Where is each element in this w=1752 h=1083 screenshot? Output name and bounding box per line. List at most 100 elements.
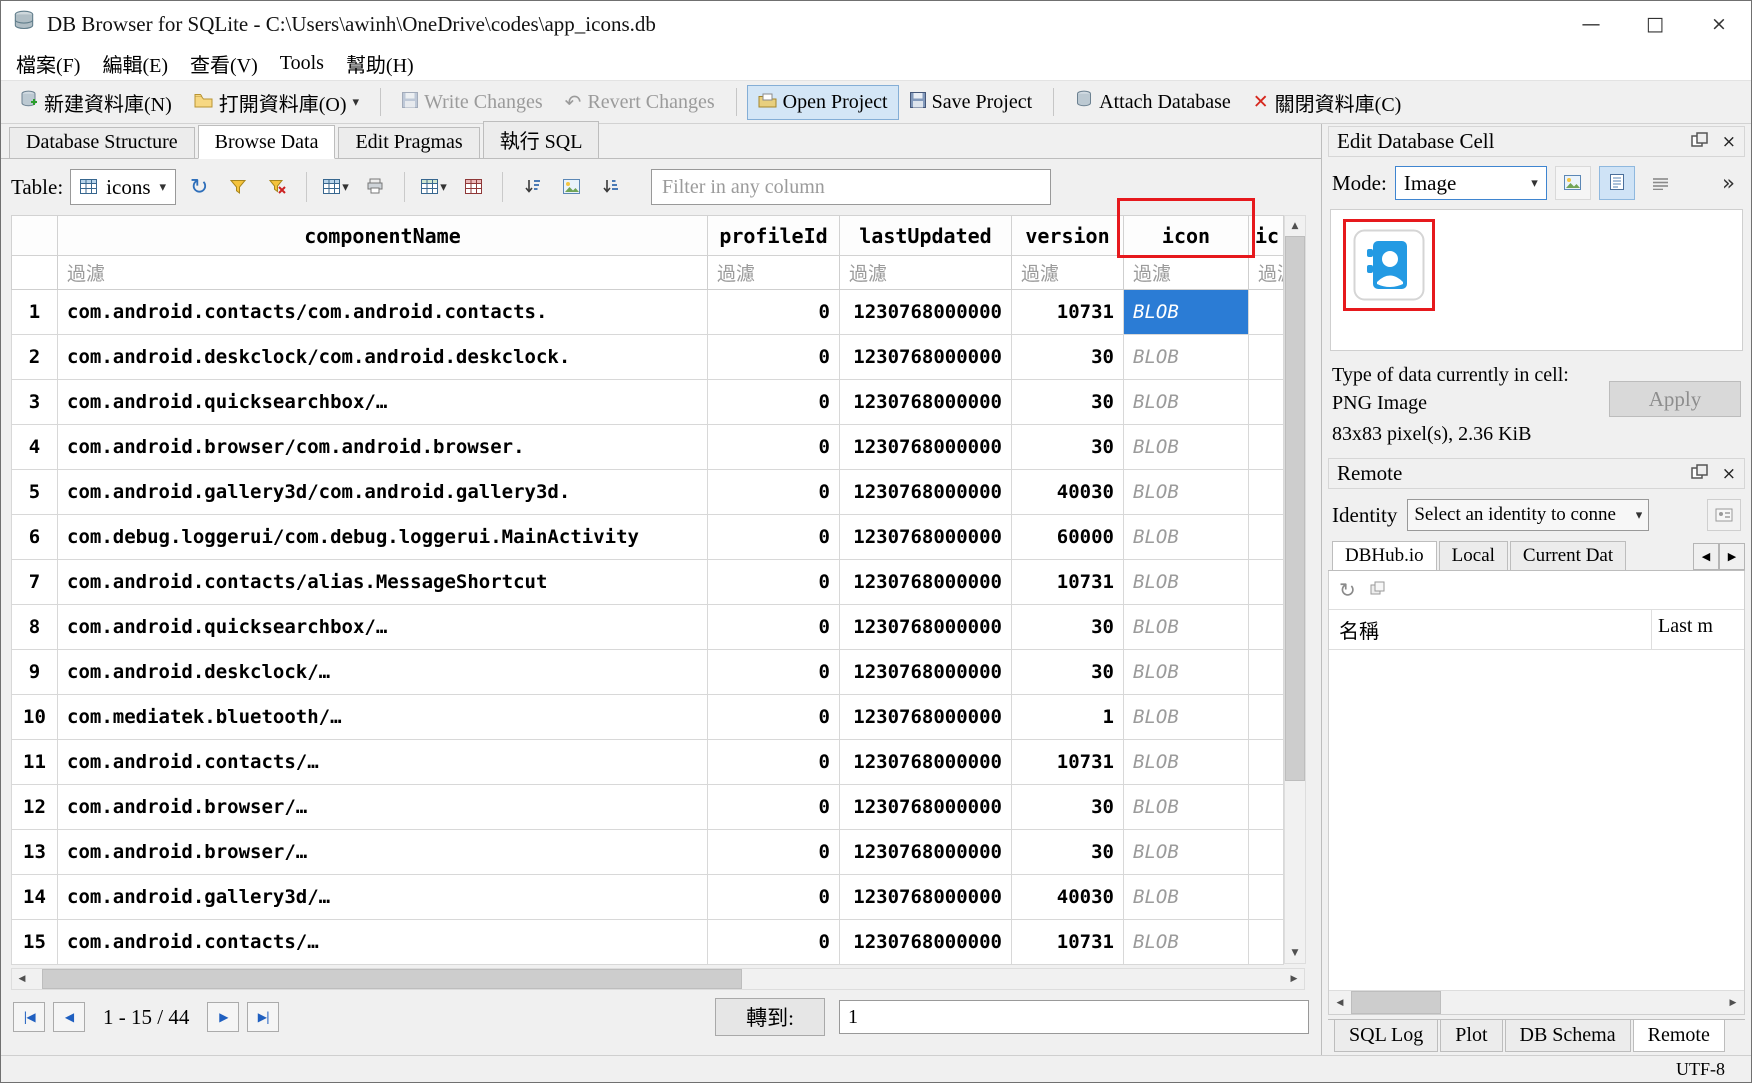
cell-version[interactable]: 30 [1012, 830, 1124, 875]
apply-button[interactable]: Apply [1609, 381, 1741, 417]
cell-version[interactable]: 30 [1012, 425, 1124, 470]
cell-profileId[interactable]: 0 [708, 920, 840, 965]
cell-componentName[interactable]: com.android.contacts/com.android.contact… [58, 290, 708, 335]
column-header-profileid[interactable]: profileId [708, 216, 840, 256]
cell-version[interactable]: 30 [1012, 335, 1124, 380]
import-data-button[interactable] [1555, 166, 1591, 200]
cell-empty[interactable] [1249, 740, 1284, 785]
cell-icon[interactable]: BLOB [1124, 380, 1249, 425]
cell-num[interactable]: 8 [12, 605, 58, 650]
close-button[interactable]: × [1687, 1, 1751, 47]
remote-tab-dbhub[interactable]: DBHub.io [1332, 541, 1437, 570]
tab-execute-sql[interactable]: 執行 SQL [483, 121, 600, 158]
cell-icon[interactable]: BLOB [1124, 785, 1249, 830]
cell-profileId[interactable]: 0 [708, 290, 840, 335]
edit-cell-close-icon[interactable]: × [1722, 132, 1736, 152]
cell-version[interactable]: 30 [1012, 605, 1124, 650]
table-select[interactable]: icons ▾ [70, 169, 176, 205]
cell-num[interactable]: 11 [12, 740, 58, 785]
filter-version[interactable]: 過濾 [1012, 256, 1124, 290]
scroll-down-icon[interactable]: ▼ [1285, 943, 1305, 963]
save-project-button[interactable]: Save Project [899, 85, 1044, 120]
cell-componentName[interactable]: com.android.gallery3d/… [58, 875, 708, 920]
cell-num[interactable]: 5 [12, 470, 58, 515]
filter-any-column-input[interactable] [651, 169, 1051, 205]
cell-lastUpdated[interactable]: 1230768000000 [840, 560, 1012, 605]
cell-empty[interactable] [1249, 290, 1284, 335]
delete-record-button[interactable] [457, 170, 489, 204]
cell-num[interactable]: 12 [12, 785, 58, 830]
overflow-chevrons-icon[interactable]: » [1716, 171, 1741, 195]
scroll-left-icon[interactable]: ◀ [12, 969, 32, 989]
scroll-left-icon[interactable]: ◀ [1329, 991, 1351, 1014]
open-database-button[interactable]: 打開資料庫(O) ▾ [183, 82, 370, 123]
cell-icon[interactable]: BLOB [1124, 290, 1249, 335]
clear-filters-button[interactable] [261, 170, 293, 204]
cell-lastUpdated[interactable]: 1230768000000 [840, 425, 1012, 470]
cell-componentName[interactable]: com.android.deskclock/com.android.deskcl… [58, 335, 708, 380]
tab-edit-pragmas[interactable]: Edit Pragmas [338, 127, 479, 158]
menu-view[interactable]: 查看(V) [179, 46, 269, 81]
cell-empty[interactable] [1249, 650, 1284, 695]
import-identity-button[interactable] [1707, 499, 1741, 531]
cell-profileId[interactable]: 0 [708, 425, 840, 470]
save-results-button[interactable]: ▾ [320, 170, 352, 204]
menu-file[interactable]: 檔案(F) [5, 46, 91, 81]
cell-version[interactable]: 30 [1012, 650, 1124, 695]
cell-componentName[interactable]: com.debug.loggerui/com.debug.loggerui.Ma… [58, 515, 708, 560]
cell-profileId[interactable]: 0 [708, 785, 840, 830]
cell-empty[interactable] [1249, 695, 1284, 740]
goto-button[interactable]: 轉到: [715, 998, 825, 1036]
cell-lastUpdated[interactable]: 1230768000000 [840, 380, 1012, 425]
cell-componentName[interactable]: com.mediatek.bluetooth/… [58, 695, 708, 740]
cell-icon[interactable]: BLOB [1124, 560, 1249, 605]
cell-empty[interactable] [1249, 875, 1284, 920]
tab-db-schema[interactable]: DB Schema [1505, 1020, 1631, 1052]
cell-icon[interactable]: BLOB [1124, 920, 1249, 965]
corner-header[interactable] [12, 216, 58, 256]
menu-tools[interactable]: Tools [269, 49, 335, 78]
edit-cell-image-button[interactable] [555, 170, 587, 204]
cell-componentName[interactable]: com.android.contacts/… [58, 920, 708, 965]
identity-select[interactable]: Select an identity to conne ▾ [1407, 499, 1649, 531]
first-page-button[interactable]: |◀ [13, 1002, 45, 1032]
cell-num[interactable]: 3 [12, 380, 58, 425]
cell-lastUpdated[interactable]: 1230768000000 [840, 290, 1012, 335]
prev-page-button[interactable]: ◀ [53, 1002, 85, 1032]
remote-refresh-icon[interactable]: ↻ [1339, 578, 1356, 602]
filter-profileid[interactable]: 過濾 [708, 256, 840, 290]
cell-version[interactable]: 1 [1012, 695, 1124, 740]
menu-edit[interactable]: 編輯(E) [91, 46, 179, 81]
cell-empty[interactable] [1249, 920, 1284, 965]
cell-profileId[interactable]: 0 [708, 830, 840, 875]
cell-icon[interactable]: BLOB [1124, 605, 1249, 650]
tab-database-structure[interactable]: Database Structure [9, 127, 195, 158]
cell-lastUpdated[interactable]: 1230768000000 [840, 875, 1012, 920]
cell-empty[interactable] [1249, 335, 1284, 380]
cell-lastUpdated[interactable]: 1230768000000 [840, 650, 1012, 695]
menu-help[interactable]: 幫助(H) [335, 46, 425, 81]
cell-version[interactable]: 30 [1012, 785, 1124, 830]
cell-num[interactable]: 9 [12, 650, 58, 695]
cell-empty[interactable] [1249, 515, 1284, 560]
remote-scroll-thumb[interactable] [1351, 991, 1441, 1014]
sort-descending-button[interactable] [594, 170, 626, 204]
cell-componentName[interactable]: com.android.contacts/… [58, 740, 708, 785]
cell-profileId[interactable]: 0 [708, 695, 840, 740]
cell-version[interactable]: 10731 [1012, 920, 1124, 965]
cell-num[interactable]: 10 [12, 695, 58, 740]
mode-select[interactable]: Image ▾ [1395, 166, 1547, 200]
cell-lastUpdated[interactable]: 1230768000000 [840, 470, 1012, 515]
refresh-button[interactable]: ↻ [183, 170, 215, 204]
filter-componentname[interactable]: 過濾 [58, 256, 708, 290]
cell-componentName[interactable]: com.android.quicksearchbox/… [58, 380, 708, 425]
print-button[interactable] [359, 170, 391, 204]
cell-profileId[interactable]: 0 [708, 650, 840, 695]
word-wrap-button[interactable] [1643, 166, 1679, 200]
cell-version[interactable]: 30 [1012, 380, 1124, 425]
cell-profileId[interactable]: 0 [708, 560, 840, 605]
cell-empty[interactable] [1249, 785, 1284, 830]
minimize-button[interactable]: — [1559, 1, 1623, 47]
cell-lastUpdated[interactable]: 1230768000000 [840, 335, 1012, 380]
tabs-scroll-right-button[interactable]: ▶ [1719, 543, 1745, 570]
